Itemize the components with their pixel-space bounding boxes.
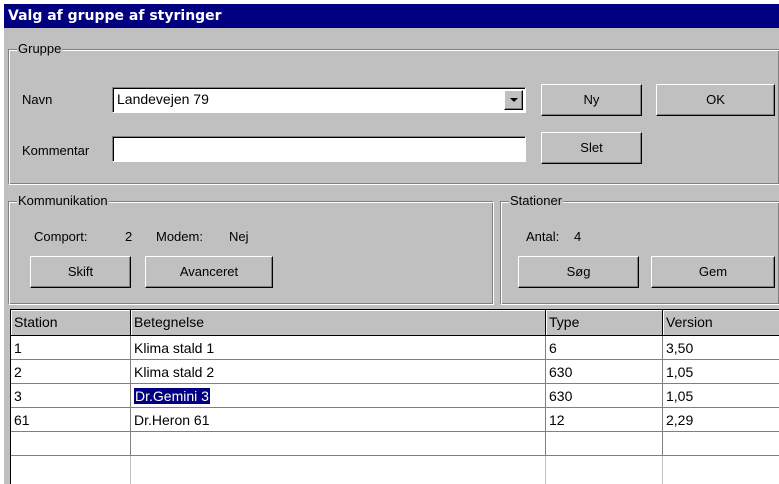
cell-empty[interactable] (131, 432, 546, 456)
cell-betegnelse[interactable]: Klima stald 2 (131, 360, 546, 384)
selected-cell-text: Dr.Gemini 3 (134, 388, 210, 404)
cell-version[interactable]: 3,50 (663, 336, 779, 360)
avanceret-button-label: Avanceret (179, 264, 239, 279)
navn-label: Navn (22, 92, 53, 107)
ok-button[interactable]: OK (656, 84, 775, 116)
navn-combobox[interactable]: Landevejen 79 (112, 87, 526, 113)
column-header-type[interactable]: Type (546, 310, 663, 336)
skift-button[interactable]: Skift (30, 256, 131, 288)
table-row[interactable]: 61 Dr.Heron 61 12 2,29 (11, 408, 779, 432)
slet-button[interactable]: Slet (541, 132, 642, 164)
gem-button-label: Gem (698, 264, 728, 279)
cell-empty[interactable] (546, 432, 663, 456)
cell-station[interactable]: 3 (11, 384, 131, 408)
ok-button-label: OK (706, 92, 725, 107)
sog-button-label: Søg (566, 264, 591, 279)
column-divider (130, 456, 131, 484)
window-title: Valg af gruppe af styringer (4, 4, 779, 28)
cell-station[interactable]: 61 (11, 408, 131, 432)
column-header-version[interactable]: Version (663, 310, 779, 336)
table-row[interactable]: 1 Klima stald 1 6 3,50 (11, 336, 779, 360)
kommentar-label: Kommentar (22, 143, 90, 158)
cell-type[interactable]: 12 (546, 408, 663, 432)
navn-dropdown-button[interactable] (504, 90, 523, 110)
kommentar-field[interactable] (112, 136, 526, 162)
navn-value: Landevejen 79 (117, 91, 209, 107)
sog-button[interactable]: Søg (518, 256, 639, 288)
chevron-down-icon (510, 98, 518, 102)
kommunikation-groupbox: Kommunikation (8, 193, 494, 305)
cell-station[interactable]: 1 (11, 336, 131, 360)
table-row-empty[interactable] (11, 432, 779, 456)
column-divider (662, 456, 663, 484)
cell-betegnelse[interactable]: Dr.Heron 61 (131, 408, 546, 432)
modem-value: Nej (229, 229, 249, 244)
cell-version[interactable]: 1,05 (663, 384, 779, 408)
ny-button-label: Ny (583, 92, 600, 107)
table-row-selected[interactable]: 3 Dr.Gemini 3 630 1,05 (11, 384, 779, 408)
gem-button[interactable]: Gem (651, 256, 775, 288)
skift-button-label: Skift (67, 264, 94, 279)
slet-button-label: Slet (580, 140, 603, 155)
cell-betegnelse[interactable]: Dr.Gemini 3 (131, 384, 546, 408)
kommunikation-legend: Kommunikation (17, 193, 109, 209)
column-header-betegnelse[interactable]: Betegnelse (131, 310, 546, 336)
antal-label: Antal: (526, 229, 560, 244)
gruppe-groupbox: Gruppe (8, 41, 779, 185)
column-divider (545, 456, 546, 484)
cell-type[interactable]: 6 (546, 336, 663, 360)
column-header-station[interactable]: Station (11, 310, 131, 336)
antal-value: 4 (574, 229, 582, 244)
stationer-groupbox: Stationer (500, 193, 779, 305)
cell-type[interactable]: 630 (546, 360, 663, 384)
cell-betegnelse[interactable]: Klima stald 1 (131, 336, 546, 360)
stations-table[interactable]: Station Betegnelse Type Version 1 Klima … (10, 309, 779, 484)
cell-empty[interactable] (663, 432, 779, 456)
gruppe-legend: Gruppe (17, 41, 63, 57)
cell-version[interactable]: 2,29 (663, 408, 779, 432)
cell-empty[interactable] (11, 432, 131, 456)
avanceret-button[interactable]: Avanceret (145, 256, 273, 288)
comport-label: Comport: (34, 229, 88, 244)
dialog-window: Valg af gruppe af styringer Gruppe Navn … (3, 3, 779, 484)
cell-type[interactable]: 630 (546, 384, 663, 408)
cell-version[interactable]: 1,05 (663, 360, 779, 384)
ny-button[interactable]: Ny (541, 84, 642, 116)
comport-value: 2 (125, 229, 133, 244)
stationer-legend: Stationer (509, 193, 564, 209)
cell-station[interactable]: 2 (11, 360, 131, 384)
modem-label: Modem: (156, 229, 203, 244)
table-row[interactable]: 2 Klima stald 2 630 1,05 (11, 360, 779, 384)
